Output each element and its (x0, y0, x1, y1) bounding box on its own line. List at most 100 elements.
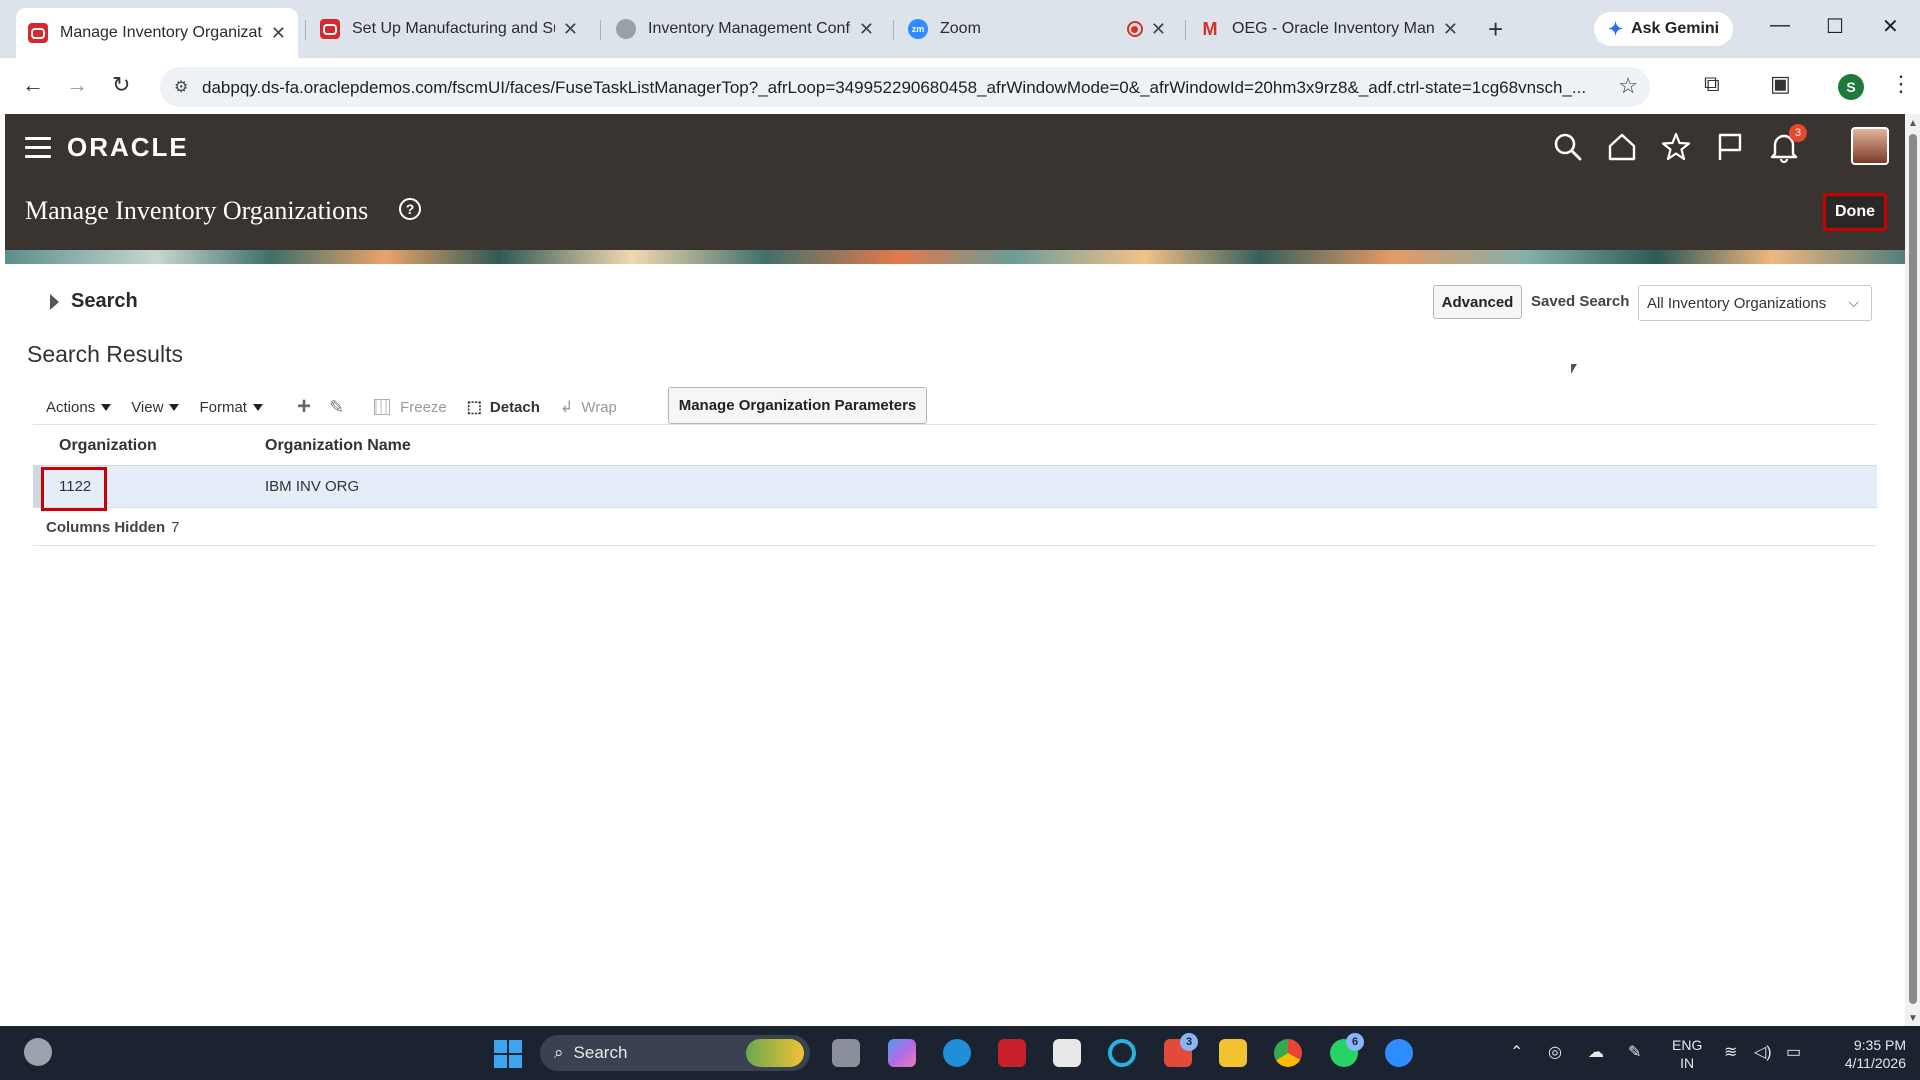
tab-manage-inventory-organizations[interactable]: Manage Inventory Organizatio ✕ (16, 8, 298, 58)
help-icon[interactable]: ? (399, 198, 421, 220)
whatsapp-icon[interactable]: 6 (1330, 1033, 1364, 1067)
scroll-thumb[interactable] (1909, 134, 1917, 1004)
favorites-star-icon[interactable] (1659, 130, 1693, 164)
search-icon: ⌕ (554, 1043, 564, 1062)
advanced-button[interactable]: Advanced (1433, 285, 1522, 319)
maximize-icon[interactable]: ☐ (1826, 14, 1844, 39)
columns-hidden[interactable]: Columns Hidden 7 (46, 519, 180, 536)
tab-label: Set Up Manufacturing and Sup (352, 20, 555, 37)
ask-gemini-button[interactable]: ✦ Ask Gemini (1594, 12, 1734, 46)
extensions-icon[interactable]: ⧉ (1704, 71, 1720, 97)
tab-zoom[interactable]: zm Zoom ✕ (896, 9, 1178, 49)
detach-label: Detach (489, 398, 540, 416)
screen: Manage Inventory Organizatio ✕ Set Up Ma… (0, 0, 1920, 1080)
format-menu[interactable]: Format (199, 399, 263, 416)
freeze-button[interactable]: Freeze (374, 399, 447, 416)
view-menu[interactable]: View (131, 399, 180, 416)
dropdown-arrow-icon (169, 403, 180, 411)
cortana-icon[interactable] (1108, 1039, 1136, 1067)
scroll-up-icon[interactable]: ▲ (1908, 118, 1918, 129)
language-indicator[interactable]: ENG IN (1672, 1036, 1702, 1072)
vertical-scrollbar[interactable]: ▲ ▼ (1905, 114, 1920, 1026)
dropdown-arrow-icon (252, 403, 263, 411)
close-icon[interactable]: ✕ (271, 23, 286, 44)
bookmark-star-icon[interactable]: ☆ (1618, 73, 1638, 99)
file-explorer-icon[interactable] (1219, 1039, 1247, 1067)
wrap-button[interactable]: ↲ Wrap (560, 397, 617, 417)
l-app-icon[interactable]: 3 (1164, 1033, 1198, 1067)
edge-icon[interactable] (943, 1039, 971, 1067)
zoom-icon[interactable] (1385, 1039, 1413, 1067)
notifications-button[interactable]: 3 (1767, 124, 1807, 164)
tab-oeg-oracle-inventory[interactable]: M OEG - Oracle Inventory Manag ✕ (1188, 9, 1470, 49)
freeze-label: Freeze (400, 398, 447, 416)
results-table: Organization Organization Name 1122 IBM … (33, 424, 1877, 546)
watchlist-flag-icon[interactable] (1713, 130, 1747, 164)
volume-icon[interactable]: ◁) (1754, 1042, 1772, 1062)
browser-toolbar: ← → ↻ ⚙ dabpqy.ds-fa.oraclepdemos.com/fs… (0, 58, 1920, 114)
hamburger-menu-icon[interactable] (25, 137, 51, 164)
expand-triangle-icon (50, 293, 59, 310)
profile-avatar[interactable]: S (1838, 74, 1864, 100)
window-close-icon[interactable]: ✕ (1882, 14, 1899, 39)
gmail-icon: M (1202, 18, 1218, 39)
windows-start-icon[interactable] (494, 1040, 522, 1068)
store-icon[interactable] (1053, 1039, 1081, 1067)
wifi-icon[interactable]: ≋ (1724, 1042, 1737, 1062)
task-view-icon[interactable] (832, 1039, 860, 1067)
search-section-toggle[interactable]: Search (50, 290, 138, 313)
detach-button[interactable]: ⬚ Detach (467, 397, 540, 417)
column-header-organization-name[interactable]: Organization Name (265, 437, 411, 455)
close-icon[interactable]: ✕ (859, 19, 874, 40)
add-row-icon[interactable]: + (297, 393, 311, 421)
copilot-icon[interactable] (888, 1039, 916, 1067)
system-clock[interactable]: 9:35 PM 4/11/2026 (1826, 1036, 1906, 1072)
taskbar-search-label: Search (573, 1043, 628, 1062)
user-avatar[interactable] (1851, 127, 1889, 165)
back-arrow-icon[interactable]: ← (22, 72, 44, 98)
done-button[interactable]: Done (1823, 193, 1887, 231)
home-icon[interactable] (1605, 130, 1639, 164)
mcafee-icon[interactable] (998, 1039, 1026, 1067)
tab-set-up-manufacturing[interactable]: Set Up Manufacturing and Sup ✕ (308, 9, 590, 49)
column-header-organization[interactable]: Organization (59, 437, 157, 455)
reload-icon[interactable]: ↻ (112, 72, 130, 98)
tab-inventory-management-config[interactable]: Inventory Management Config ✕ (604, 9, 886, 49)
close-icon[interactable]: ✕ (563, 19, 578, 40)
close-icon[interactable]: ✕ (1151, 19, 1166, 40)
search-icon[interactable] (1551, 130, 1585, 164)
zoom-icon: zm (908, 19, 928, 39)
app-badge: 3 (1180, 1033, 1198, 1051)
oracle-logo: ORACLE (67, 132, 189, 162)
notification-badge: 3 (1789, 124, 1807, 142)
table-row[interactable]: 1122 IBM INV ORG (33, 466, 1877, 511)
table-header: Organization Organization Name (33, 424, 1877, 466)
chevron-down-icon: ⌵ (1848, 294, 1859, 310)
taskbar-search[interactable]: ⌕ Search (540, 1035, 810, 1071)
close-icon[interactable]: ✕ (1443, 19, 1458, 40)
side-panel-icon[interactable]: ▣ (1770, 71, 1791, 97)
battery-icon[interactable]: ▭ (1786, 1042, 1801, 1062)
microphone-icon[interactable]: ✎ (1628, 1042, 1641, 1062)
tab-label: Manage Inventory Organizatio (60, 24, 263, 41)
windows-taskbar: ⌕ Search 3 6 ⌃ ◎ ☁ ✎ ENG IN ≋ ◁) ▭ 9:35 … (0, 1026, 1920, 1080)
chrome-icon[interactable] (1274, 1039, 1302, 1067)
columns-hidden-count: 7 (171, 519, 180, 536)
manage-organization-parameters-button[interactable]: Manage Organization Parameters (668, 387, 927, 424)
scroll-down-icon[interactable]: ▼ (1908, 1013, 1918, 1024)
actions-menu[interactable]: Actions (46, 399, 112, 416)
edit-pencil-icon[interactable]: ✎ (329, 397, 344, 418)
highlight-box (41, 467, 107, 511)
language-line2: IN (1680, 1055, 1695, 1071)
new-tab-button[interactable]: + (1488, 14, 1503, 45)
weather-icon[interactable] (24, 1038, 52, 1066)
minimize-icon[interactable]: — (1770, 14, 1790, 37)
chevron-up-icon[interactable]: ⌃ (1510, 1042, 1523, 1062)
saved-search-select[interactable]: All Inventory Organizations ⌵ (1638, 285, 1872, 321)
tray-app-icon[interactable]: ◎ (1548, 1042, 1562, 1062)
site-settings-icon[interactable]: ⚙ (174, 77, 188, 97)
forward-arrow-icon[interactable]: → (66, 72, 88, 98)
address-bar[interactable]: ⚙ dabpqy.ds-fa.oraclepdemos.com/fscmUI/f… (160, 67, 1650, 107)
more-menu-icon[interactable]: ⋮ (1890, 71, 1912, 97)
onedrive-icon[interactable]: ☁ (1588, 1042, 1604, 1062)
